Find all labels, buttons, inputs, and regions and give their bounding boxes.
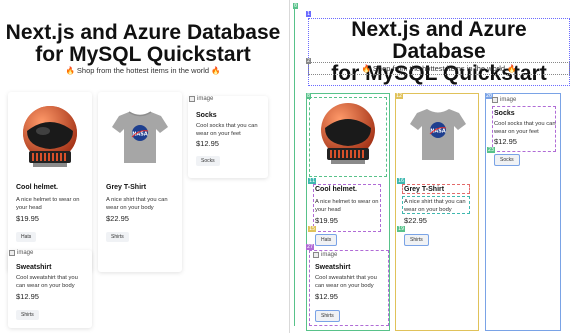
product-card-sweatshirt[interactable]: image Sweatshirt Cool sweatshirt that yo… bbox=[8, 250, 92, 328]
product-description: A nice shirt that you can wear on your b… bbox=[404, 198, 466, 214]
desc-line: your head bbox=[315, 207, 341, 213]
product-name: Cool helmet. bbox=[16, 184, 59, 191]
product-card-helmet[interactable]: Cool helmet. A nice helmet to wear on yo… bbox=[8, 92, 92, 272]
product-name: Grey T-Shirt bbox=[404, 186, 445, 193]
product-card-socks[interactable]: image Socks Cool socks that you can wear… bbox=[188, 96, 268, 178]
desc-line: can wear on your body bbox=[315, 283, 374, 289]
overlay-badge: 1 bbox=[306, 11, 312, 17]
tshirt-icon: NASA bbox=[410, 109, 466, 160]
desc-line: wear on your feet bbox=[196, 131, 241, 137]
tshirt-image: NASA bbox=[98, 92, 182, 182]
product-price: $12.95 bbox=[16, 292, 39, 301]
desc-line: your head bbox=[16, 205, 42, 211]
product-tag[interactable]: Shirts bbox=[404, 234, 429, 246]
page-title: Next.js and Azure Database for MySQL Qui… bbox=[308, 18, 570, 86]
tshirt-image: NASA bbox=[409, 106, 467, 167]
image-alt-text: image bbox=[197, 96, 214, 102]
desc-line: A nice helmet to wear on bbox=[16, 197, 80, 203]
broken-image: image bbox=[9, 250, 33, 256]
tshirt-icon: NASA bbox=[112, 111, 168, 163]
desc-line: Cool socks that you can bbox=[196, 123, 258, 129]
product-card-socks[interactable]: 20 image Socks Cool socks that you can w… bbox=[485, 93, 561, 331]
image-alt-text: image bbox=[500, 97, 517, 103]
product-name: Sweatshirt bbox=[16, 264, 52, 271]
desc-line: wear on your body bbox=[404, 207, 452, 213]
product-tag[interactable]: Hats bbox=[315, 234, 338, 246]
helmet-image bbox=[317, 100, 379, 173]
broken-image: image bbox=[492, 97, 516, 103]
broken-image-icon bbox=[9, 250, 15, 256]
product-description: Cool sweatshirt that you can wear on you… bbox=[315, 274, 377, 290]
product-name: Sweatshirt bbox=[315, 264, 351, 271]
product-description: Cool socks that you can wear on your fee… bbox=[196, 122, 258, 138]
product-price: $22.95 bbox=[106, 214, 129, 223]
overlay-left-bar bbox=[294, 6, 295, 326]
product-price: $12.95 bbox=[315, 292, 338, 301]
product-name: Socks bbox=[494, 110, 515, 117]
product-price: $19.95 bbox=[16, 214, 39, 223]
broken-image: image bbox=[313, 252, 337, 258]
overlay-badge: 12 bbox=[395, 93, 404, 99]
overlay-badge: 0 bbox=[293, 3, 299, 9]
product-description: A nice shirt that you can wear on your b… bbox=[106, 196, 168, 212]
product-tag[interactable]: Shirts bbox=[16, 310, 39, 320]
rendered-page: Next.js and Azure Database for MySQL Qui… bbox=[0, 0, 286, 333]
product-price: $12.95 bbox=[494, 137, 517, 146]
product-price: $22.95 bbox=[404, 216, 427, 225]
broken-image-icon bbox=[189, 96, 195, 102]
pane-divider bbox=[289, 0, 290, 333]
desc-line: wear on your body bbox=[106, 205, 154, 211]
page-title: Next.js and Azure Database for MySQL Qui… bbox=[0, 22, 286, 66]
product-price: $19.95 bbox=[315, 216, 338, 225]
product-card-helmet[interactable]: 8 11 Cool helmet. A nice helmet to wear … bbox=[306, 93, 390, 331]
desc-line: A nice shirt that you can bbox=[404, 199, 466, 205]
overlay-badge: 19 bbox=[397, 226, 406, 232]
desc-line: wear on your feet bbox=[494, 129, 539, 135]
image-alt-text: image bbox=[321, 252, 338, 258]
page-tagline: 🔥 Shop from the hottest items in the wor… bbox=[65, 66, 221, 75]
product-name: Cool helmet. bbox=[315, 186, 358, 193]
annotated-page: 0 1 Next.js and Azure Database for MySQL… bbox=[292, 0, 581, 333]
product-description: A nice helmet to wear on your head bbox=[16, 196, 79, 212]
desc-line: A nice shirt that you can bbox=[106, 197, 168, 203]
product-description: A nice helmet to wear on your head bbox=[315, 198, 378, 214]
overlay-badge: 23 bbox=[487, 147, 496, 153]
product-tag[interactable]: Hats bbox=[16, 232, 37, 242]
image-alt-text: image bbox=[17, 250, 34, 256]
broken-image-icon bbox=[492, 97, 498, 103]
desc-line: can wear on your body bbox=[16, 283, 75, 289]
product-price: $12.95 bbox=[196, 139, 219, 148]
desc-line: A nice helmet to wear on bbox=[315, 199, 379, 205]
helmet-icon bbox=[23, 106, 77, 167]
helmet-image bbox=[8, 92, 92, 182]
product-name: Socks bbox=[196, 112, 217, 119]
broken-image-icon bbox=[313, 252, 319, 258]
page-title-line2: for MySQL Quickstart bbox=[35, 43, 251, 66]
product-tag[interactable]: Socks bbox=[196, 156, 220, 166]
page-title-line1: Next.js and Azure Database bbox=[351, 18, 527, 63]
helmet-icon bbox=[321, 103, 375, 164]
product-card-tshirt[interactable]: NASA Grey T-Shirt A nice shirt that you … bbox=[98, 92, 182, 272]
product-name: Grey T-Shirt bbox=[106, 184, 147, 191]
desc-line: Cool sweatshirt that you bbox=[16, 275, 78, 281]
product-tag[interactable]: Shirts bbox=[106, 232, 129, 242]
product-tag[interactable]: Shirts bbox=[315, 310, 340, 322]
desc-line: Cool socks that you can bbox=[494, 121, 556, 127]
overlay-badge: 15 bbox=[308, 226, 317, 232]
product-card-tshirt[interactable]: 12 NASA 16 Grey T-Shirt A nice shirt tha… bbox=[395, 93, 479, 331]
broken-image: image bbox=[189, 96, 213, 102]
product-description: Cool sweatshirt that you can wear on you… bbox=[16, 274, 78, 290]
product-tag[interactable]: Socks bbox=[494, 154, 520, 166]
product-description: Cool socks that you can wear on your fee… bbox=[494, 120, 556, 136]
page-title-line1: Next.js and Azure Database bbox=[5, 21, 281, 44]
desc-line: Cool sweatshirt that you bbox=[315, 275, 377, 281]
page-tagline: 🔥 Shop from the hottest items in the wor… bbox=[308, 62, 570, 75]
